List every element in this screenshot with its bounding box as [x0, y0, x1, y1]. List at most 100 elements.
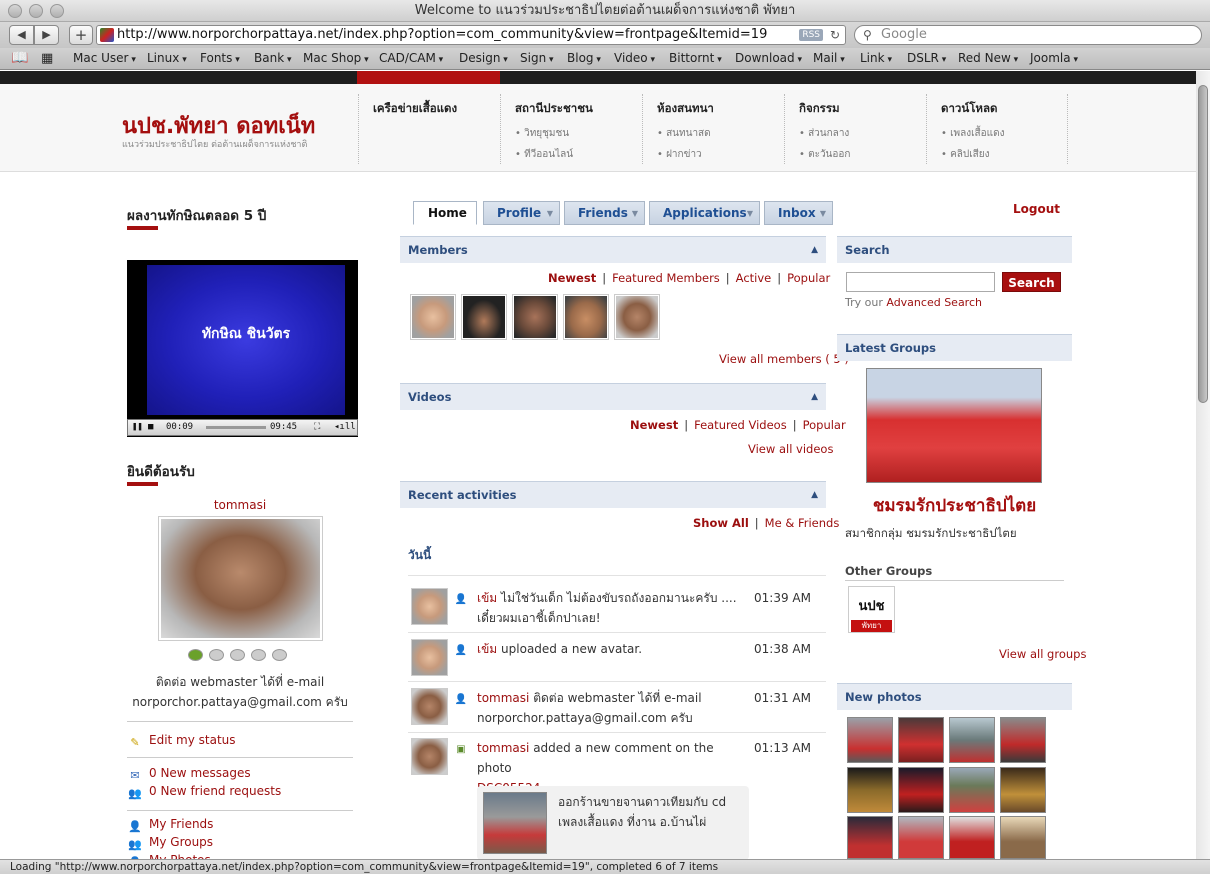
- photo-thumbnail[interactable]: [949, 767, 995, 813]
- bookmark-item[interactable]: Blog: [567, 48, 601, 71]
- photo-thumbnail[interactable]: [847, 767, 893, 813]
- bookmark-item[interactable]: Linux: [147, 48, 187, 71]
- bookmark-item[interactable]: Video: [614, 48, 655, 71]
- nav-subitem[interactable]: • ฝากข่าว: [657, 147, 784, 162]
- filter-newest[interactable]: Newest: [630, 418, 678, 432]
- view-all-members-link[interactable]: View all members ( 5 ): [719, 352, 849, 366]
- bookmark-item[interactable]: CAD/CAM: [379, 48, 443, 71]
- member-thumbnail[interactable]: [461, 294, 507, 340]
- bookmark-item[interactable]: Fonts: [200, 48, 240, 71]
- photo-thumbnail[interactable]: [949, 816, 995, 859]
- vertical-scrollbar[interactable]: [1196, 71, 1210, 859]
- scrollbar-thumb[interactable]: [1198, 85, 1208, 403]
- minimize-window-button[interactable]: [29, 4, 43, 18]
- zoom-window-button[interactable]: [50, 4, 64, 18]
- photo-thumbnail[interactable]: [1000, 767, 1046, 813]
- nav-title[interactable]: ดาวน์โหลด: [941, 100, 1067, 118]
- activity-avatar[interactable]: [411, 588, 448, 625]
- collapse-icon[interactable]: ▲: [811, 482, 818, 508]
- collapse-icon[interactable]: ▲: [811, 237, 818, 263]
- view-all-videos-link[interactable]: View all videos: [748, 442, 833, 456]
- photo-thumbnail[interactable]: [847, 717, 893, 763]
- group-logo[interactable]: นปช พัทยา: [848, 586, 895, 633]
- my-groups-link[interactable]: 👥 My Groups: [127, 835, 213, 852]
- photo-thumbnail[interactable]: [898, 717, 944, 763]
- photo-thumbnail[interactable]: [949, 717, 995, 763]
- collapse-icon[interactable]: ▲: [811, 384, 818, 410]
- bookmark-item[interactable]: Link: [860, 48, 892, 71]
- nav-subitem[interactable]: • ทีวีออนไลน์: [515, 147, 642, 162]
- bookmark-item[interactable]: Download: [735, 48, 802, 71]
- nav-subitem[interactable]: • วิทยุชุมชน: [515, 126, 642, 141]
- photo-thumbnail[interactable]: [1000, 816, 1046, 859]
- view-all-groups-link[interactable]: View all groups: [999, 647, 1086, 661]
- comment-photo[interactable]: [483, 792, 547, 854]
- back-button[interactable]: ◀: [9, 25, 34, 45]
- bookmark-item[interactable]: Bittornt: [669, 48, 722, 71]
- tab-profile[interactable]: Profile ▼: [483, 201, 560, 225]
- nav-subitem[interactable]: • สนทนาสด: [657, 126, 784, 141]
- open-book-icon[interactable]: 📖: [11, 48, 28, 69]
- group-name[interactable]: ชมรมรักประชาธิปไตย: [837, 492, 1072, 519]
- nav-menu-activities[interactable]: กิจกรรม • ส่วนกลาง • ตะวันออก: [784, 94, 926, 164]
- new-messages-link[interactable]: ✉ 0 New messages: [127, 766, 250, 783]
- volume-icon[interactable]: ◂ıll: [334, 420, 356, 435]
- nav-menu-download[interactable]: ดาวน์โหลด • เพลงเสื้อแดง • คลิปเสียง: [926, 94, 1068, 164]
- photo-thumbnail[interactable]: [898, 767, 944, 813]
- videos-header[interactable]: Videos ▲: [400, 383, 826, 410]
- activity-user-link[interactable]: tommasi: [477, 741, 529, 755]
- bookmark-item[interactable]: Sign: [520, 48, 554, 71]
- close-window-button[interactable]: [8, 4, 22, 18]
- video-progress-bar[interactable]: [206, 426, 266, 429]
- activity-avatar[interactable]: [411, 738, 448, 775]
- video-screen[interactable]: ทักษิณ ชินวัตร: [147, 265, 345, 415]
- photo-thumbnail[interactable]: [1000, 717, 1046, 763]
- activity-user-link[interactable]: เข้ม: [477, 591, 497, 605]
- stop-icon[interactable]: ■: [148, 420, 153, 435]
- activities-header[interactable]: Recent activities ▲: [400, 481, 826, 508]
- bookmark-item[interactable]: Red New: [958, 48, 1018, 71]
- nav-menu-chat-room[interactable]: ห้องสนทนา • สนทนาสด • ฝากข่าว: [642, 94, 784, 164]
- search-button[interactable]: Search: [1002, 272, 1061, 292]
- grid-icon[interactable]: ▦: [41, 48, 53, 69]
- logout-link[interactable]: Logout: [1013, 202, 1060, 216]
- fullscreen-icon[interactable]: ⛶: [314, 420, 320, 435]
- filter-featured-members[interactable]: Featured Members: [612, 271, 720, 285]
- members-header[interactable]: Members ▲: [400, 236, 826, 263]
- nav-subitem[interactable]: • ส่วนกลาง: [799, 126, 926, 141]
- group-photo[interactable]: [866, 368, 1042, 483]
- filter-popular[interactable]: Popular: [803, 418, 846, 432]
- google-search-field[interactable]: ⚲ Google: [854, 25, 1202, 45]
- advanced-search-link[interactable]: Advanced Search: [886, 296, 982, 309]
- add-bookmark-button[interactable]: +: [69, 25, 93, 45]
- photo-thumbnail[interactable]: [847, 816, 893, 859]
- member-thumbnail[interactable]: [614, 294, 660, 340]
- reload-icon[interactable]: ↻: [830, 26, 840, 44]
- member-thumbnail[interactable]: [563, 294, 609, 340]
- filter-newest[interactable]: Newest: [548, 271, 596, 285]
- activity-user-link[interactable]: tommasi: [477, 691, 529, 705]
- nav-menu-peoples-station[interactable]: สถานีประชาชน • วิทยุชุมชน • ทีวีออนไลน์: [500, 94, 642, 164]
- nav-subitem[interactable]: • ตะวันออก: [799, 147, 926, 162]
- filter-me-and-friends[interactable]: Me & Friends: [765, 516, 840, 530]
- bookmark-item[interactable]: Mac User: [73, 48, 136, 71]
- activity-user-link[interactable]: เข้ม: [477, 642, 497, 656]
- bookmark-item[interactable]: Design: [459, 48, 508, 71]
- tab-applications[interactable]: Applications ▼: [649, 201, 760, 225]
- filter-active[interactable]: Active: [736, 271, 772, 285]
- nav-title[interactable]: กิจกรรม: [799, 100, 926, 118]
- nav-title[interactable]: ห้องสนทนา: [657, 100, 784, 118]
- member-thumbnail[interactable]: [512, 294, 558, 340]
- bookmark-item[interactable]: Mac Shop: [303, 48, 369, 71]
- edit-status-link[interactable]: ✎ Edit my status: [127, 733, 235, 750]
- nav-subitem[interactable]: • เพลงเสื้อแดง: [941, 126, 1067, 141]
- video-player[interactable]: ทักษิณ ชินวัตร ❚❚ ■ 00:09 09:45 ⛶ ◂ıll: [127, 260, 358, 437]
- profile-username[interactable]: tommasi: [127, 498, 353, 512]
- my-friends-link[interactable]: 👤 My Friends: [127, 817, 213, 834]
- tab-friends[interactable]: Friends ▼: [564, 201, 645, 225]
- bookmark-item[interactable]: Mail: [813, 48, 845, 71]
- bookmark-item[interactable]: Bank: [254, 48, 292, 71]
- friend-requests-link[interactable]: 👥 0 New friend requests: [127, 784, 281, 801]
- nav-title[interactable]: เครือข่ายเสื้อแดง: [373, 100, 500, 118]
- rss-button[interactable]: RSS: [799, 29, 823, 41]
